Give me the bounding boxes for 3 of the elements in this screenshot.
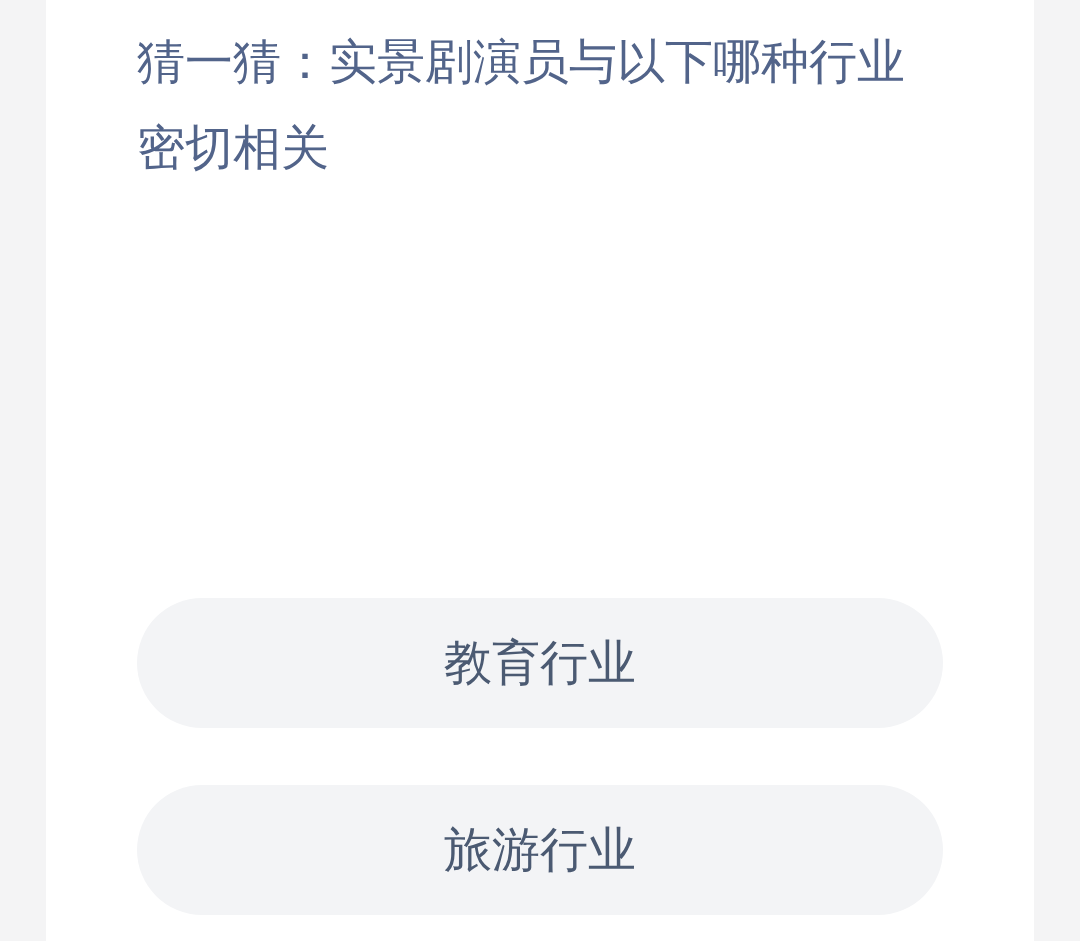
answer-option[interactable]: 旅游行业 (137, 785, 943, 915)
answer-option[interactable]: 教育行业 (137, 598, 943, 728)
question-text: 猜一猜：实景剧演员与以下哪种行业密切相关 (137, 34, 906, 176)
